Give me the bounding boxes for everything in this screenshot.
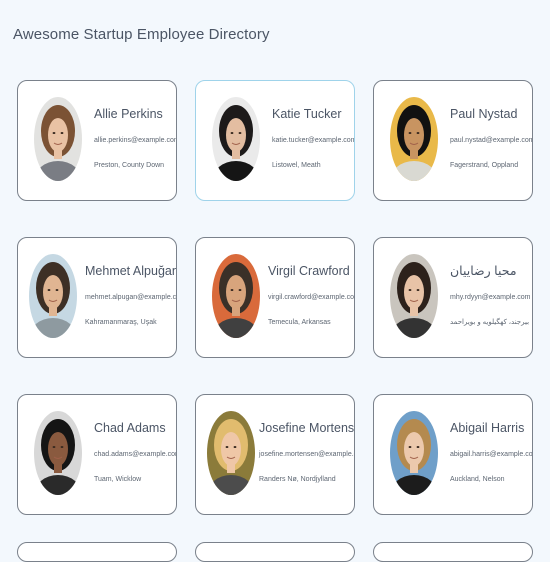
employee-card[interactable]: Virgil Crawford virgil.crawford@example.… (195, 237, 355, 358)
employee-info: Mehmet Alpuğan mehmet.alpugan@example.co… (85, 264, 177, 327)
employee-location: بیرجند، کهگیلویه و بویراحمد (450, 319, 530, 326)
employee-card[interactable]: Katie Tucker katie.tucker@example.com Li… (195, 80, 355, 201)
employee-avatar (29, 254, 77, 338)
employee-email: virgil.crawford@example.com (268, 294, 355, 301)
employee-card[interactable]: Chad Adams chad.adams@example.com Tuam, … (17, 394, 177, 515)
employee-name: Chad Adams (94, 421, 166, 435)
employee-email: allie.perkins@example.com (94, 137, 177, 144)
employee-location: Randers Nø, Nordjylland (259, 476, 336, 483)
employee-avatar (390, 97, 438, 181)
employee-location: Temecula, Arkansas (268, 319, 331, 326)
employee-card[interactable]: Josefine Mortensen josefine.mortensen@ex… (195, 394, 355, 515)
employee-location: Kahramanmaraş, Uşak (85, 319, 157, 326)
employee-email: katie.tucker@example.com (272, 137, 355, 144)
page-title: Awesome Startup Employee Directory (13, 26, 270, 43)
employee-info: Paul Nystad paul.nystad@example.com Fage… (450, 107, 533, 170)
employee-card[interactable]: Mehmet Alpuğan mehmet.alpugan@example.co… (17, 237, 177, 358)
employee-card-partial[interactable] (373, 542, 533, 562)
employee-avatar (207, 411, 255, 495)
employee-name: محیا رضاییان (450, 264, 517, 278)
employee-location: Auckland, Nelson (450, 476, 505, 483)
employee-name: Josefine Mortensen (259, 421, 355, 435)
employee-name: Mehmet Alpuğan (85, 264, 177, 278)
employee-info: Abigail Harris abigail.harris@example.co… (450, 421, 533, 484)
employee-name: Paul Nystad (450, 107, 518, 121)
employee-email: abigail.harris@example.com (450, 451, 533, 458)
employee-card[interactable]: Allie Perkins allie.perkins@example.com … (17, 80, 177, 201)
employee-info: Josefine Mortensen josefine.mortensen@ex… (259, 421, 355, 484)
employee-avatar (34, 411, 82, 495)
employee-info: Chad Adams chad.adams@example.com Tuam, … (94, 421, 177, 484)
employee-location: Fagerstrand, Oppland (450, 162, 519, 169)
employee-name: Abigail Harris (450, 421, 525, 435)
employee-info: Virgil Crawford virgil.crawford@example.… (268, 264, 355, 327)
employee-avatar (390, 411, 438, 495)
employee-card-partial[interactable] (195, 542, 355, 562)
employee-name: Allie Perkins (94, 107, 163, 121)
employee-location: Listowel, Meath (272, 162, 321, 169)
employee-card-partial[interactable] (17, 542, 177, 562)
employee-card[interactable]: Paul Nystad paul.nystad@example.com Fage… (373, 80, 533, 201)
employee-email: josefine.mortensen@example.com (259, 451, 354, 458)
employee-avatar (212, 254, 260, 338)
employee-info: Allie Perkins allie.perkins@example.com … (94, 107, 177, 170)
employee-card[interactable]: محیا رضاییان mhy.rdyyn@example.com بیرجن… (373, 237, 533, 358)
employee-email: mehmet.alpugan@example.com (85, 294, 177, 301)
employee-email: mhy.rdyyn@example.com (450, 294, 531, 301)
employee-avatar (34, 97, 82, 181)
employee-info: محیا رضاییان mhy.rdyyn@example.com بیرجن… (450, 264, 531, 327)
employee-info: Katie Tucker katie.tucker@example.com Li… (272, 107, 355, 170)
employee-location: Tuam, Wicklow (94, 476, 142, 483)
employee-location: Preston, County Down (94, 162, 165, 169)
employee-email: chad.adams@example.com (94, 451, 177, 458)
employee-name: Virgil Crawford (268, 264, 350, 278)
employee-email: paul.nystad@example.com (450, 137, 533, 144)
employee-card[interactable]: Abigail Harris abigail.harris@example.co… (373, 394, 533, 515)
employee-name: Katie Tucker (272, 107, 342, 121)
employee-avatar (212, 97, 260, 181)
employee-avatar (390, 254, 438, 338)
